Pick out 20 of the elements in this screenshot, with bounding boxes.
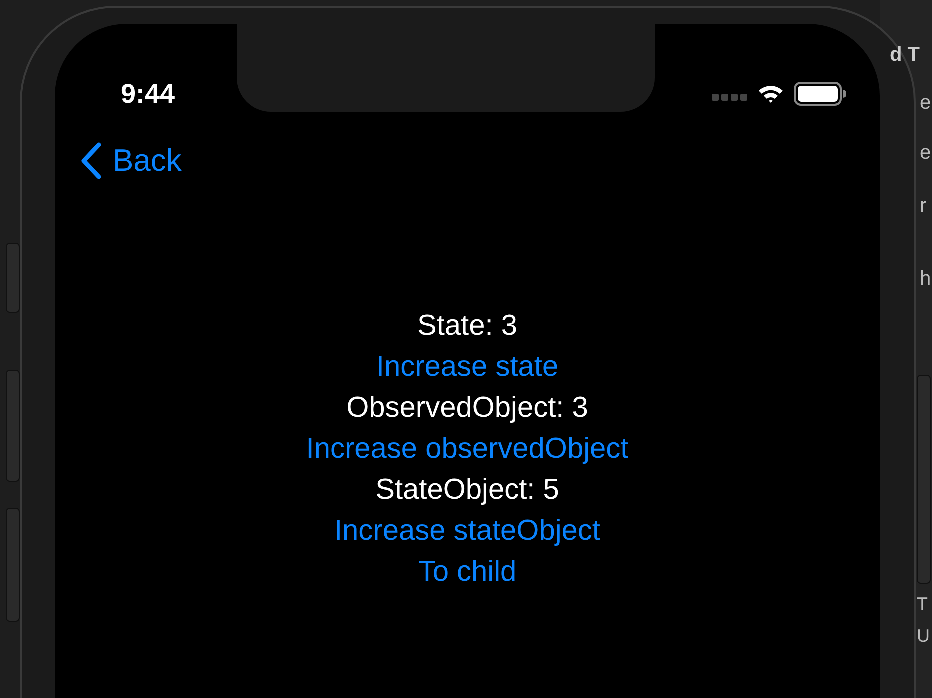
- status-time: 9:44: [121, 78, 176, 110]
- state-label: StateObject: 5: [376, 473, 560, 508]
- panel-text: e: [920, 142, 932, 165]
- wifi-icon: [758, 84, 784, 104]
- link-button[interactable]: To child: [418, 552, 517, 593]
- panel-text: e: [920, 92, 932, 115]
- battery-icon: [794, 82, 846, 106]
- panel-text: d T: [890, 44, 920, 67]
- link-button[interactable]: Increase stateObject: [334, 511, 600, 552]
- link-button[interactable]: Increase observedObject: [306, 429, 629, 470]
- panel-text: T: [917, 594, 928, 615]
- link-button[interactable]: Increase state: [376, 347, 559, 388]
- panel-text: h: [920, 268, 932, 291]
- state-label: State: 3: [418, 309, 518, 344]
- state-label: ObservedObject: 3: [346, 391, 588, 426]
- back-button[interactable]: Back: [79, 142, 182, 180]
- chevron-icon: [79, 142, 103, 180]
- signal-icon: [712, 94, 748, 102]
- panel-text: r: [920, 195, 927, 218]
- panel-text: U: [917, 626, 930, 647]
